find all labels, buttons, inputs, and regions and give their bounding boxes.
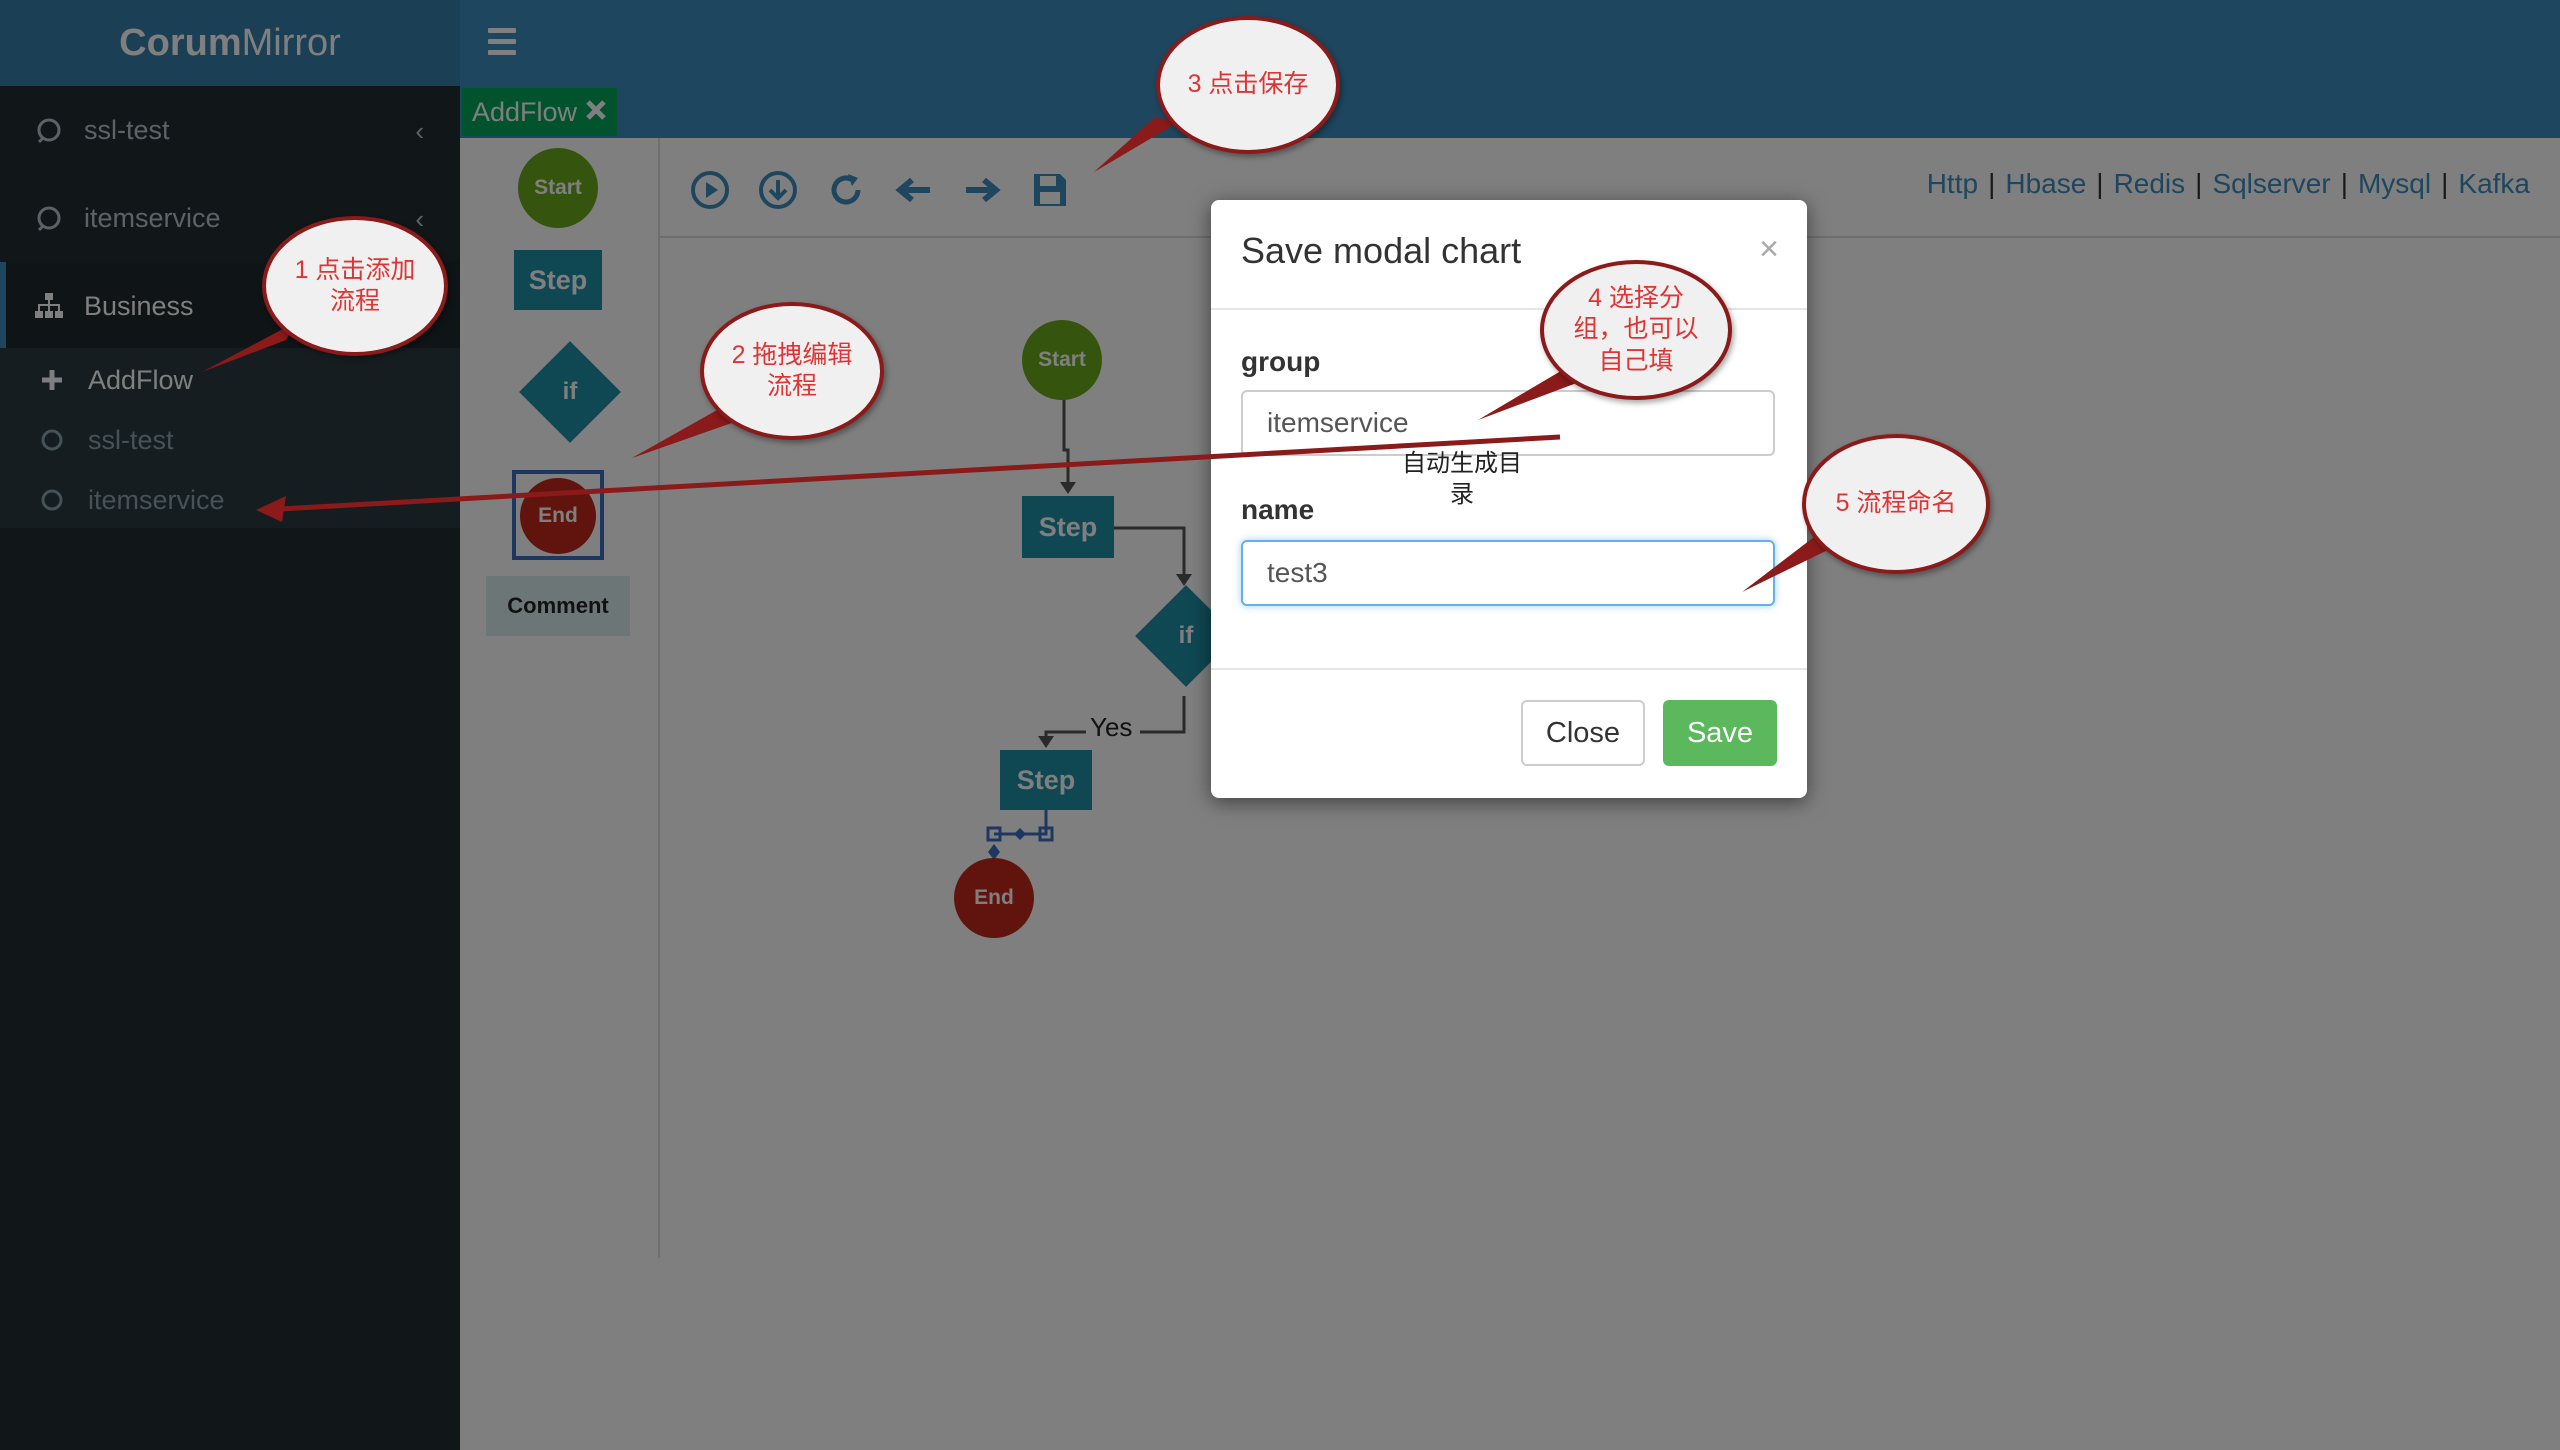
callout-4: 4 选择分组，也可以自己填 [1540,260,1732,400]
callout-5: 5 流程命名 [1802,434,1990,574]
callout-2: 2 拖拽编辑流程 [700,302,884,440]
callout-3: 3 点击保存 [1156,16,1340,154]
annotation-arrows [202,118,1832,592]
callout-1: 1 点击添加流程 [262,216,448,356]
annotation-note: 自动生成目录 [1402,450,1522,509]
